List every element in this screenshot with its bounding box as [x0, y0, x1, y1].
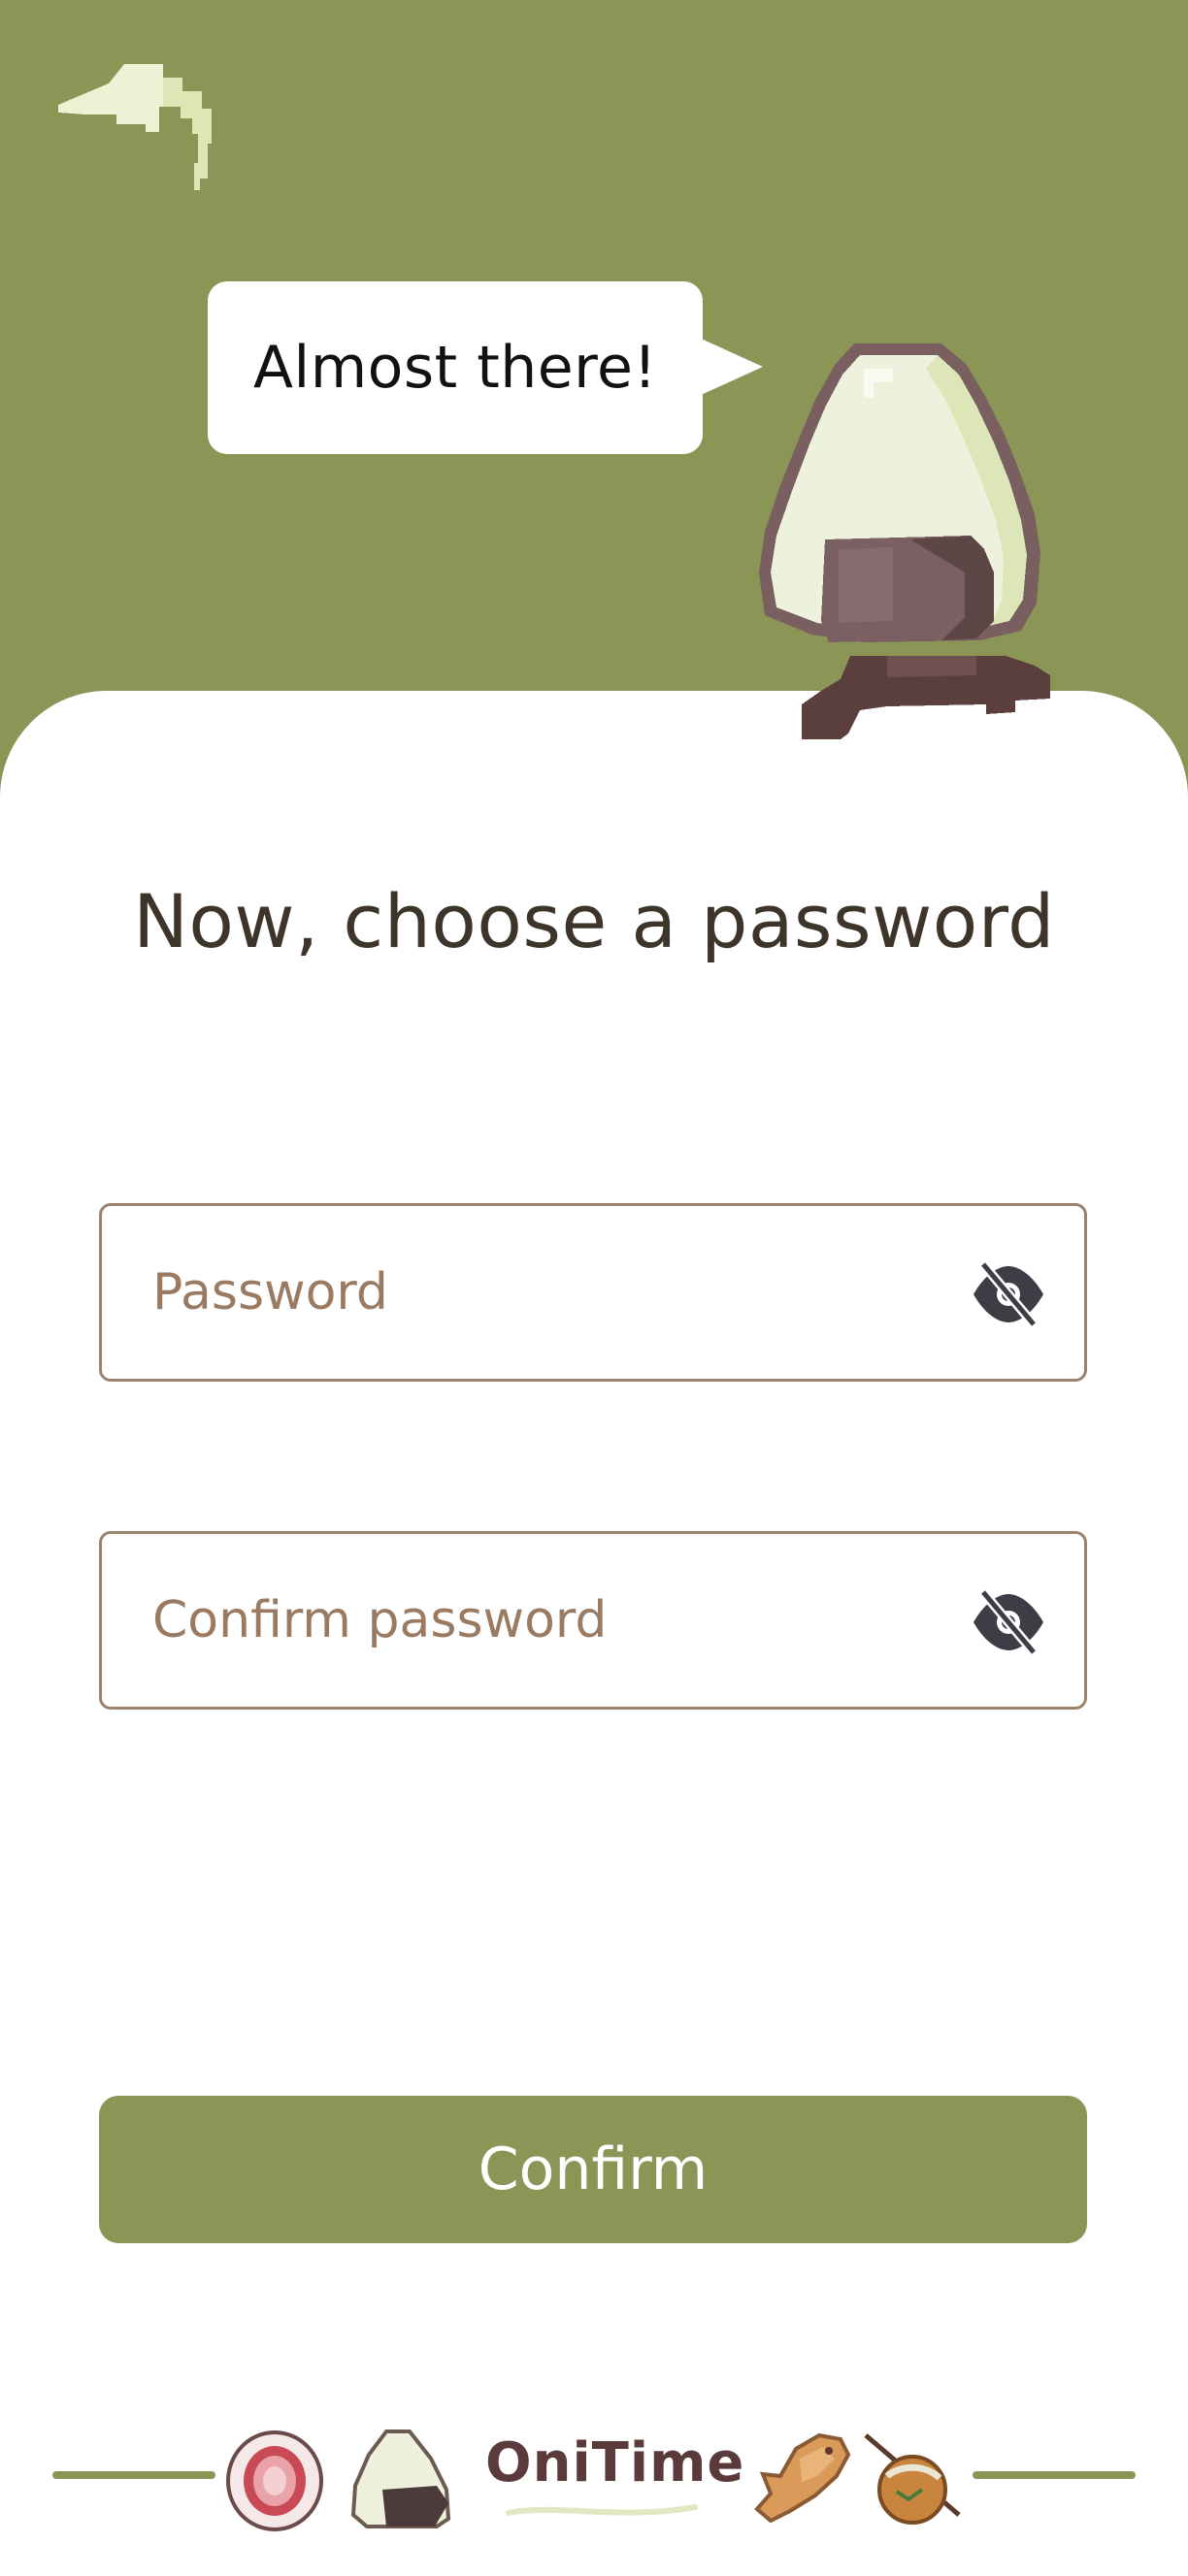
header-area: Almost there! [0, 0, 1188, 737]
confirm-button[interactable]: Confirm [99, 2096, 1087, 2243]
brand-underline [506, 2504, 698, 2516]
password-input[interactable] [152, 1206, 948, 1379]
taiyaki-icon [754, 2432, 851, 2524]
confirm-password-input[interactable] [152, 1534, 948, 1707]
back-arrow-icon[interactable] [58, 58, 243, 204]
footer: OniTime [0, 2406, 1188, 2542]
password-field[interactable] [99, 1203, 1087, 1382]
eye-slash-icon[interactable] [970, 1260, 1047, 1328]
eye-slash-icon[interactable] [970, 1588, 1047, 1656]
onigiri-icon [350, 2429, 451, 2528]
brand-logo: OniTime [485, 2431, 745, 2494]
confirm-password-field[interactable] [99, 1531, 1087, 1710]
takoyaki-icon [864, 2433, 961, 2525]
onigiri-mascot-base [802, 656, 1050, 739]
footer-divider-left [52, 2471, 215, 2479]
speech-bubble: Almost there! [208, 281, 763, 454]
footer-divider-right [973, 2471, 1136, 2479]
speech-bubble-text: Almost there! [252, 334, 657, 402]
strawberry-daifuku-icon [226, 2430, 323, 2531]
page-title: Now, choose a password [133, 878, 1055, 964]
